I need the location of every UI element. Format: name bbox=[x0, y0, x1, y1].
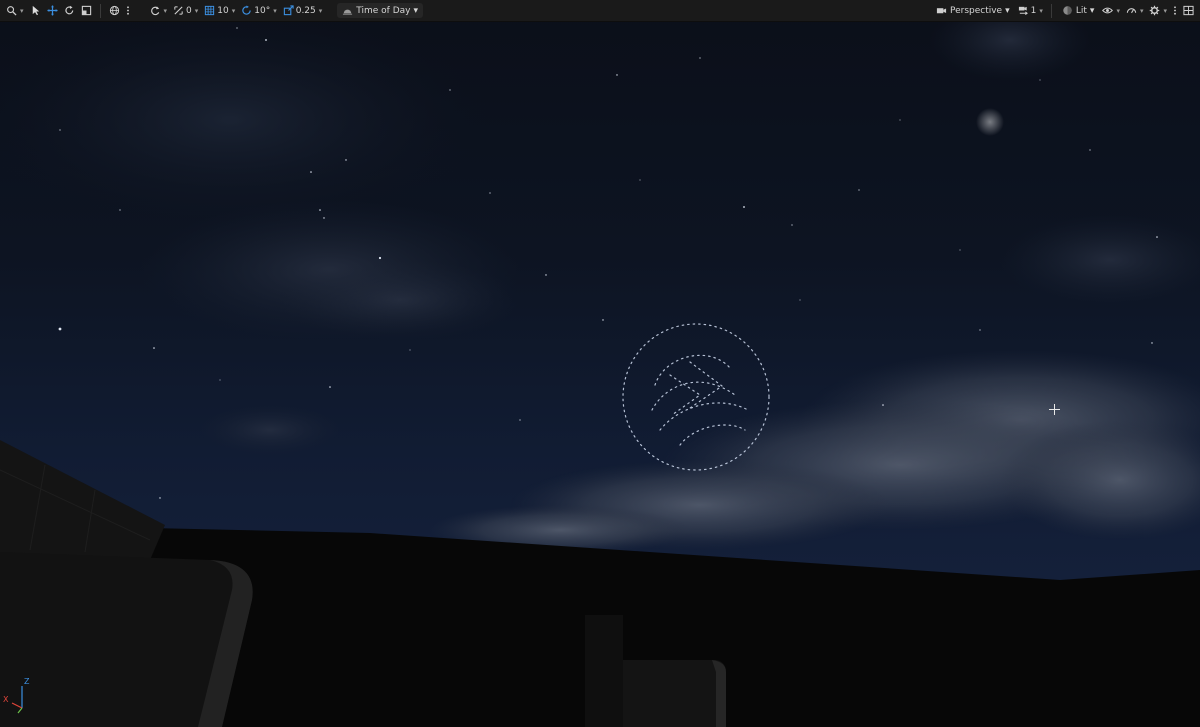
translate-tool-button[interactable] bbox=[44, 3, 61, 19]
chevron-down-icon: ▾ bbox=[1139, 6, 1144, 15]
viewport-toolbar: ▾ ▾ 0 ▾ 10 ▾ 10° ▾ 0.25 ▾ Time of Day ▾ … bbox=[0, 0, 1200, 22]
chevron-down-icon: ▾ bbox=[318, 6, 323, 15]
select-mode-icon bbox=[6, 5, 17, 16]
show-eye-icon bbox=[1102, 5, 1114, 16]
axis-gizmo: Z X bbox=[2, 676, 36, 716]
viewport-type-dropdown[interactable]: Perspective ▾ bbox=[931, 3, 1015, 18]
select-mode-dropdown[interactable]: ▾ bbox=[3, 3, 27, 19]
chevron-down-icon: ▾ bbox=[413, 5, 419, 16]
translate-snap-value: 0 bbox=[186, 5, 192, 16]
grid-snap-dropdown[interactable]: 10 ▾ bbox=[201, 3, 238, 19]
camera-speed-icon bbox=[1018, 5, 1029, 16]
translate-snap-icon bbox=[173, 5, 184, 16]
dark-nebula bbox=[1000, 215, 1200, 305]
translate-icon bbox=[46, 5, 58, 16]
camera-speed-dropdown[interactable]: 1 ▾ bbox=[1015, 3, 1046, 19]
dark-nebula bbox=[0, 10, 490, 230]
scale-snap-icon bbox=[283, 5, 294, 16]
rotation-snap-dropdown[interactable]: 10° ▾ bbox=[238, 3, 279, 19]
rotate-icon bbox=[64, 5, 75, 16]
settings-gear-icon bbox=[1149, 5, 1160, 16]
world-local-toggle[interactable] bbox=[106, 3, 123, 19]
moon bbox=[976, 108, 1004, 136]
rotation-snap-icon bbox=[241, 5, 252, 16]
view-mode-label: Lit bbox=[1075, 5, 1087, 16]
chevron-down-icon: ▾ bbox=[1089, 5, 1095, 16]
scale-snap-dropdown[interactable]: 0.25 ▾ bbox=[280, 3, 326, 19]
more-options-icon bbox=[126, 5, 130, 16]
time-of-day-icon bbox=[342, 5, 353, 16]
axis-x-label: X bbox=[3, 695, 9, 704]
surface-snap-icon bbox=[150, 5, 161, 16]
level-viewport[interactable]: Z X ▾ ▾ 0 ▾ 10 ▾ 10° ▾ 0.25 ▾ Time of Da… bbox=[0, 0, 1200, 727]
chevron-down-icon: ▾ bbox=[1116, 6, 1120, 15]
realtime-icon bbox=[1126, 5, 1137, 16]
kebab-icon bbox=[1173, 5, 1177, 16]
chevron-down-icon: ▾ bbox=[163, 6, 168, 15]
rotate-tool-button[interactable] bbox=[61, 3, 78, 19]
cursor-icon bbox=[30, 5, 41, 16]
transform-options-button[interactable] bbox=[123, 3, 133, 19]
chevron-down-icon: ▾ bbox=[1163, 6, 1167, 15]
lit-sphere-icon bbox=[1062, 5, 1073, 16]
grid-snap-icon bbox=[204, 5, 215, 16]
time-of-day-dropdown[interactable]: Time of Day ▾ bbox=[337, 3, 424, 18]
toolbar-divider bbox=[99, 3, 101, 18]
camera-icon bbox=[936, 5, 947, 16]
chevron-down-icon: ▾ bbox=[231, 6, 236, 15]
grid-size-value: 10 bbox=[217, 5, 229, 16]
world-local-icon bbox=[109, 5, 120, 16]
scale-icon bbox=[81, 5, 92, 16]
viewport-scene bbox=[0, 0, 1200, 727]
performance-scalability-dropdown[interactable]: ▾ bbox=[1123, 3, 1147, 19]
viewport-settings-dropdown[interactable]: ▾ bbox=[1146, 3, 1170, 19]
chevron-down-icon: ▾ bbox=[273, 6, 277, 15]
viewport-menu-button[interactable] bbox=[1170, 3, 1180, 19]
chevron-down-icon: ▾ bbox=[20, 6, 24, 15]
toolbar-divider bbox=[1050, 3, 1052, 18]
rotation-snap-value: 10° bbox=[254, 5, 271, 16]
viewport-type-label: Perspective bbox=[949, 5, 1003, 16]
show-flags-dropdown[interactable]: ▾ bbox=[1099, 3, 1123, 19]
scale-tool-button[interactable] bbox=[78, 3, 95, 19]
axis-z-label: Z bbox=[24, 677, 30, 686]
view-mode-dropdown[interactable]: Lit ▾ bbox=[1057, 3, 1100, 18]
viewport-crosshair bbox=[1049, 404, 1060, 415]
camera-speed-value: 1 bbox=[1030, 5, 1037, 16]
chevron-down-icon: ▾ bbox=[1039, 6, 1043, 15]
layout-icon bbox=[1183, 5, 1194, 16]
scale-snap-value: 0.25 bbox=[295, 5, 316, 16]
chevron-down-icon: ▾ bbox=[194, 6, 199, 15]
viewport-layout-button[interactable] bbox=[1180, 3, 1197, 19]
time-of-day-label: Time of Day bbox=[356, 5, 411, 16]
select-tool-button[interactable] bbox=[27, 3, 44, 19]
surface-snapping-dropdown[interactable]: ▾ bbox=[147, 3, 171, 19]
translate-snap-dropdown[interactable]: 0 ▾ bbox=[170, 3, 201, 19]
chevron-down-icon: ▾ bbox=[1005, 5, 1010, 16]
